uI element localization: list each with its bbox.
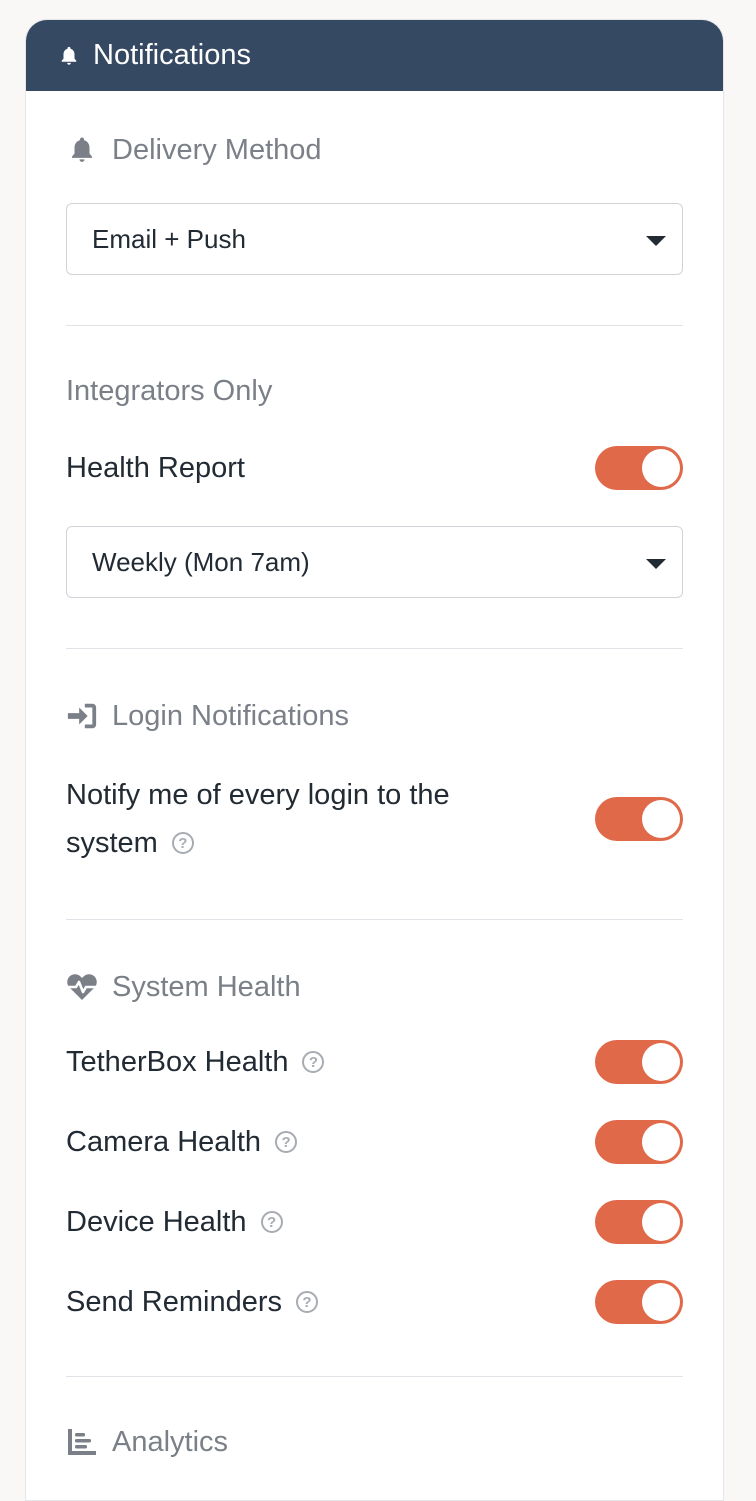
notify-login-label-line2: system [66, 827, 158, 859]
login-notifications-title: Login Notifications [66, 699, 683, 732]
system-health-label: System Health [112, 970, 301, 1003]
notify-login-label-line1: Notify me of every login to the [66, 779, 450, 811]
notify-login-row: Notify me of every login to the system ? [66, 771, 683, 867]
help-icon[interactable]: ? [275, 1131, 298, 1153]
tetherbox-health-label-wrap: TetherBox Health ? [66, 1045, 325, 1079]
login-notifications-section: Login Notifications Notify me of every l… [66, 649, 683, 920]
health-report-frequency-select[interactable]: Weekly (Mon 7am) [66, 526, 683, 598]
delivery-method-select[interactable]: Email + Push [66, 203, 683, 275]
camera-health-label-wrap: Camera Health ? [66, 1125, 298, 1159]
tetherbox-health-toggle[interactable] [595, 1040, 683, 1084]
login-notifications-label: Login Notifications [112, 699, 349, 732]
send-reminders-toggle[interactable] [595, 1280, 683, 1324]
toggle-knob [642, 1043, 680, 1081]
health-report-frequency-value: Weekly (Mon 7am) [92, 546, 310, 577]
camera-health-label: Camera Health [66, 1125, 262, 1158]
toggle-knob [642, 1203, 680, 1241]
notify-login-label: Notify me of every login to the system ? [66, 771, 486, 867]
camera-health-toggle[interactable] [595, 1120, 683, 1164]
help-icon[interactable]: ? [171, 832, 194, 854]
send-reminders-label: Send Reminders [66, 1285, 282, 1318]
toggle-knob [642, 1283, 680, 1321]
card-header: Notifications [26, 20, 723, 91]
analytics-label: Analytics [112, 1425, 229, 1458]
delivery-method-title: Delivery Method [66, 133, 683, 166]
notify-login-label-line2-wrap: system ? [66, 819, 486, 867]
device-health-label: Device Health [66, 1205, 247, 1238]
sign-in-icon [66, 700, 98, 732]
help-icon[interactable]: ? [260, 1211, 283, 1233]
toggle-knob [642, 800, 680, 838]
card-body: Delivery Method Email + Push Integrators… [26, 91, 723, 1458]
send-reminders-label-wrap: Send Reminders ? [66, 1286, 318, 1319]
integrators-title: Integrators Only [66, 375, 273, 407]
notify-login-toggle[interactable] [595, 797, 683, 841]
delivery-method-value: Email + Push [92, 223, 246, 254]
health-report-toggle[interactable] [595, 446, 683, 490]
chevron-down-icon [646, 236, 666, 246]
device-health-toggle[interactable] [595, 1200, 683, 1244]
bell-icon [66, 134, 98, 166]
send-reminders-row: Send Reminders ? [66, 1280, 683, 1324]
integrators-section: Integrators Only Health Report Weekly (M… [66, 326, 683, 649]
help-icon[interactable]: ? [296, 1291, 318, 1313]
toggle-knob [642, 449, 680, 487]
device-health-label-wrap: Device Health ? [66, 1206, 283, 1239]
analytics-title: Analytics [66, 1425, 683, 1458]
device-health-row: Device Health ? [66, 1200, 683, 1244]
card-title: Notifications [93, 39, 251, 71]
camera-health-row: Camera Health ? [66, 1120, 683, 1164]
tetherbox-health-label: TetherBox Health [66, 1045, 289, 1078]
system-health-title: System Health [66, 970, 683, 1003]
health-report-label: Health Report [66, 451, 245, 484]
toggle-knob [642, 1123, 680, 1161]
health-report-row: Health Report [66, 446, 683, 490]
analytics-section: Analytics [66, 1377, 683, 1458]
delivery-method-label: Delivery Method [112, 133, 322, 166]
help-icon[interactable]: ? [302, 1051, 325, 1073]
delivery-method-section: Delivery Method Email + Push [66, 91, 683, 326]
chevron-down-icon [646, 559, 666, 569]
system-health-section: System Health TetherBox Health ? Camera … [66, 920, 683, 1377]
notifications-card: Notifications Delivery Method Email + Pu… [25, 19, 724, 1501]
heartbeat-icon [66, 971, 98, 1003]
bell-icon [58, 45, 80, 67]
tetherbox-health-row: TetherBox Health ? [66, 1040, 683, 1084]
chart-bars-icon [66, 1426, 98, 1458]
